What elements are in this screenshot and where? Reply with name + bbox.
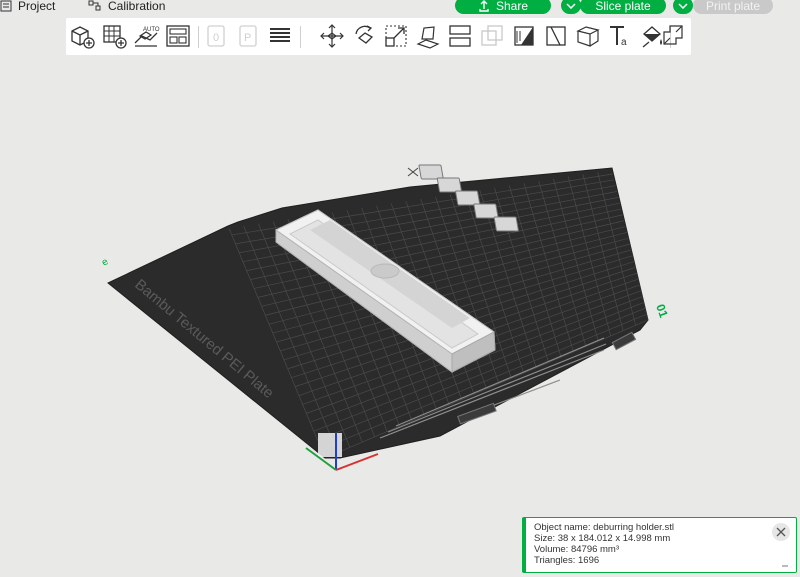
main-toolbar: AUTO 0 P a	[66, 18, 691, 55]
add-object-button[interactable]	[68, 22, 96, 50]
chevron-down-icon	[678, 2, 688, 9]
plate-arrange-button[interactable]	[455, 190, 481, 206]
svg-text:a: a	[621, 37, 627, 48]
share-button[interactable]: Share	[455, 0, 551, 14]
lay-on-face-icon	[416, 26, 440, 49]
plate-number-button[interactable]: 0	[202, 22, 230, 50]
object-size: Size: 38 x 184.012 x 14.998 mm	[534, 533, 671, 544]
svg-text:P: P	[244, 32, 251, 44]
plate-number: 01	[653, 302, 671, 320]
project-label: Project	[18, 0, 56, 13]
add-plate-button[interactable]	[100, 22, 128, 50]
seam-paint-icon	[546, 26, 566, 46]
close-icon	[407, 167, 419, 177]
cut-button[interactable]	[446, 22, 474, 50]
top-bar: Project Calibration Share Slice plate Pr…	[0, 0, 800, 14]
layers-icon	[270, 28, 290, 42]
move-button[interactable]	[318, 22, 346, 50]
toolbar-separator	[198, 26, 199, 48]
text-button[interactable]: a	[606, 22, 634, 50]
boolean-icon	[481, 25, 503, 46]
support-paint-icon	[514, 26, 534, 46]
object-triangles: Triangles: 1696	[534, 555, 600, 566]
slice-dropdown-button[interactable]	[673, 0, 693, 14]
lay-on-face-button[interactable]	[414, 22, 442, 50]
boolean-button[interactable]	[478, 22, 506, 50]
info-close-button[interactable]	[772, 523, 790, 541]
scale-button[interactable]	[382, 22, 410, 50]
scale-icon	[385, 25, 407, 47]
plate-lock-button[interactable]	[473, 203, 499, 219]
plate-settings-button[interactable]: P	[234, 22, 262, 50]
print-label: Print plate	[705, 0, 761, 13]
rotate-button[interactable]	[350, 22, 378, 50]
add-object-icon	[71, 26, 95, 49]
chevron-down-icon	[566, 2, 576, 9]
share-dropdown-button[interactable]	[561, 0, 581, 14]
toolbar-separator	[300, 26, 301, 48]
rotate-icon	[355, 25, 374, 44]
slice-label: Slice plate	[595, 0, 651, 13]
object-name: Object name: deburring holder.stl	[534, 522, 674, 533]
project-icon	[0, 0, 12, 12]
plate-settings-icon: P	[239, 25, 257, 47]
share-label: Share	[495, 0, 529, 13]
plate-delete-button[interactable]	[418, 164, 444, 180]
cut-icon	[449, 25, 471, 47]
plate-number-icon: 0	[207, 25, 225, 47]
arrange-icon	[166, 25, 190, 47]
object-info-panel: Object name: deburring holder.stl Size: …	[522, 517, 797, 573]
print-plate-button[interactable]: Print plate	[693, 0, 773, 14]
assembly-icon	[663, 25, 683, 45]
emboss-icon	[576, 26, 600, 47]
assembly-view-button[interactable]	[660, 22, 688, 50]
calibration-label: Calibration	[108, 0, 166, 13]
add-plate-icon	[103, 25, 127, 49]
auto-arrange-button[interactable]: AUTO	[132, 22, 160, 50]
project-tab[interactable]: Project	[0, 0, 55, 14]
text-icon: a	[610, 26, 627, 48]
support-paint-button[interactable]	[510, 22, 538, 50]
plate-orient-button[interactable]	[436, 177, 462, 193]
auto-arrange-icon: AUTO	[134, 27, 160, 47]
svg-text:0: 0	[213, 32, 219, 44]
move-icon	[320, 24, 344, 48]
3d-viewport[interactable]: Bambu Textured PEI Plate 01 e	[0, 58, 800, 577]
arrange-button[interactable]	[164, 22, 192, 50]
info-minimize-handle[interactable]	[782, 565, 788, 567]
object-volume: Volume: 84796 mm³	[534, 544, 620, 555]
share-icon	[479, 0, 489, 12]
plate-orientation-mark: e	[100, 256, 111, 269]
seam-paint-button[interactable]	[542, 22, 570, 50]
slice-plate-button[interactable]: Slice plate	[580, 0, 666, 14]
plate-settings-button[interactable]	[493, 216, 519, 232]
layers-button[interactable]	[266, 22, 294, 50]
emboss-button[interactable]	[574, 22, 602, 50]
calibration-icon	[88, 0, 101, 11]
close-icon	[776, 527, 786, 537]
calibration-tab[interactable]: Calibration	[88, 0, 165, 14]
